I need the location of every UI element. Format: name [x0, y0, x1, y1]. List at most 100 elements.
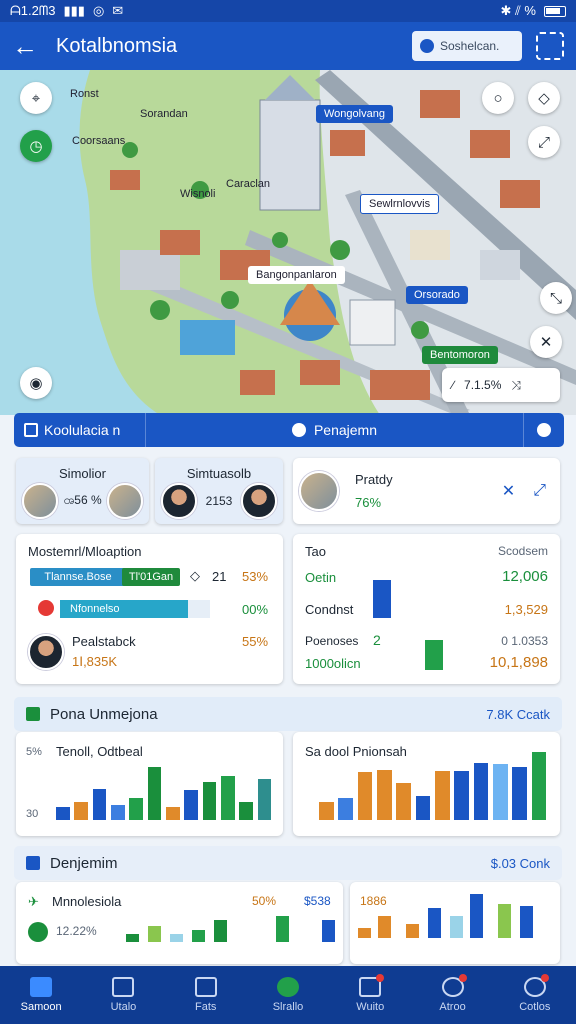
location-icon[interactable]: ⌖	[20, 82, 52, 114]
chart-plot	[319, 746, 551, 820]
chart-bar	[473, 762, 489, 820]
profile-card[interactable]: Simolior ၻ56 %	[16, 458, 149, 524]
nav-messages[interactable]: Wuito	[329, 966, 411, 1024]
edit-icon: ∕	[452, 378, 455, 392]
chart-bar	[493, 763, 508, 820]
pin-icon[interactable]: ◇	[528, 82, 560, 114]
mini-bar	[322, 920, 335, 942]
nav-label: Slrallo	[272, 1001, 304, 1013]
person-title: Pealstabck	[72, 634, 136, 649]
section-header[interactable]: Denjemim $.03 Conk	[14, 846, 562, 880]
profile-value: 76%	[355, 495, 382, 510]
tab-location[interactable]: Koolulacia n	[14, 413, 146, 447]
map-marker-label[interactable]: Bangonpanlaron	[248, 266, 345, 284]
chart-bar	[129, 797, 144, 820]
stats-label: Condnst	[305, 602, 354, 617]
grid-icon	[24, 423, 38, 437]
tab-settings[interactable]	[524, 413, 564, 447]
mini-bar	[358, 928, 371, 938]
signal-icon: ▮▮▮	[63, 3, 85, 18]
map-marker-label[interactable]: Sewlrnlovvis	[360, 194, 440, 214]
chart-bar	[92, 788, 107, 820]
chart-bar	[184, 790, 199, 820]
nav-label: Cotlos	[519, 1001, 551, 1013]
chart-label: Mnnolesiola	[52, 894, 122, 909]
route-icon[interactable]: ⤢	[528, 126, 560, 158]
chart-bar	[377, 770, 392, 820]
chart-plot	[56, 746, 276, 820]
y-tick-label: 30	[26, 808, 39, 820]
profile-card[interactable]: Simtuasolb 2153	[155, 458, 283, 524]
nav-label: Fats	[195, 1001, 217, 1013]
stats-value: 12,006	[502, 568, 548, 585]
status-indicators: ✱ ⫽ %	[500, 3, 536, 18]
chart-bar	[396, 783, 411, 820]
mini-chart-card: ✈ Mnnolesiola 50% $538 12.22%	[16, 882, 343, 964]
stats-label: Oetin	[305, 570, 337, 585]
profile-card[interactable]: Pratdy 76% ✕ ⤢	[293, 458, 560, 524]
navigation-card[interactable]: ∕ 7.1.5% ⤨	[442, 368, 560, 402]
expand-icon[interactable]: ✕	[530, 326, 562, 358]
tag[interactable]: Tl'01Gan	[122, 568, 180, 586]
progress-fill: Nfonnelso	[60, 600, 188, 618]
map-marker-label[interactable]: Wongolvang	[316, 105, 393, 123]
compass-icon[interactable]: ◷	[20, 130, 52, 162]
zoom-icon[interactable]: ⤡	[540, 282, 572, 314]
stats-bar	[425, 640, 443, 670]
map-label: Caraclan	[226, 178, 271, 190]
section-title: Denjemim	[50, 854, 118, 872]
nav-label: Samoon	[20, 1001, 62, 1013]
section-header[interactable]: Pona Unmejona 7.8K Ccatk	[14, 697, 562, 731]
search-input[interactable]: Soshelcan.	[412, 31, 522, 61]
stats-value: 0 1.0353	[501, 634, 548, 648]
stats-number: 2	[373, 632, 381, 648]
nav-home[interactable]: Samoon	[0, 966, 82, 1024]
stats-label: Poenoses	[305, 634, 359, 648]
nav-files[interactable]: Fats	[165, 966, 247, 1024]
route-icon[interactable]: ⤢	[533, 482, 546, 500]
tab-bar: Koolulacia n Penajemn	[14, 413, 564, 447]
section-action[interactable]: 7.8K Ccatk	[486, 707, 550, 722]
mini-bar	[520, 906, 533, 938]
nav-label: Utalo	[110, 1001, 137, 1013]
tab-management[interactable]: Penajemn	[146, 413, 524, 447]
chart-value: $538	[304, 894, 331, 908]
mini-bar	[406, 924, 419, 938]
stats-label: 1000olicn	[305, 656, 361, 671]
mini-bar	[170, 934, 183, 942]
nav-settings[interactable]: Cotlos	[494, 966, 576, 1024]
section-action[interactable]: $.03 Conk	[491, 856, 550, 871]
chart-card: Sa dool Pnionsah	[293, 732, 560, 836]
arrow-left-icon[interactable]: ←	[12, 31, 46, 62]
chart-bar	[512, 767, 527, 820]
collapse-icon[interactable]: ✕	[502, 481, 515, 501]
chart-bar	[357, 771, 373, 820]
chart-bar	[319, 801, 334, 820]
mini-bars	[358, 894, 554, 938]
map-marker-label[interactable]: Bentomoron	[422, 346, 498, 364]
leaf-icon	[276, 977, 299, 997]
person-percent: 55%	[242, 634, 269, 649]
nav-services[interactable]: Slrallo	[247, 966, 329, 1024]
profile-value: 2153	[205, 494, 233, 508]
map-search-icon[interactable]: ○	[482, 82, 514, 114]
chart-bar	[415, 795, 431, 820]
layers-icon[interactable]: ◉	[20, 367, 52, 399]
map-marker-label[interactable]: Orsorado	[406, 286, 468, 304]
tag[interactable]: Tlannse.Bose	[30, 568, 126, 586]
nav-alerts[interactable]: Atroo	[411, 966, 493, 1024]
building-thumbnail	[299, 471, 339, 511]
folder-icon	[194, 977, 217, 997]
scan-icon[interactable]	[536, 32, 564, 60]
stats-card: Tao Scodsem Oetin 12,006 Condnst 1,3,529…	[293, 534, 560, 684]
mini-bar	[214, 920, 227, 942]
map-label: Wisnoli	[180, 188, 216, 200]
city-map[interactable]: ⌖ ◷ ◉ ○ ◇ ⤢ ⤡ ✕ Ronst Coorsaans Wisnoli …	[0, 70, 576, 415]
building-icon	[112, 977, 135, 997]
search-icon	[420, 39, 434, 53]
chart-bar	[531, 752, 547, 820]
stats-header-right: Scodsem	[497, 544, 548, 558]
stats-bar	[373, 580, 391, 618]
nav-city[interactable]: Utalo	[82, 966, 164, 1024]
chart-bar	[147, 767, 162, 820]
